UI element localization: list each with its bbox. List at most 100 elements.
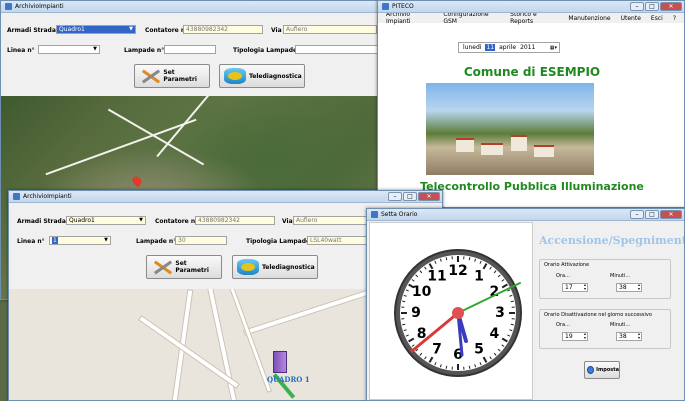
spinner-icon[interactable]: ▴ ▾ <box>638 284 640 291</box>
menu-utente[interactable]: Utente <box>621 15 641 22</box>
window-title: Setta Orario <box>381 211 418 218</box>
disattivazione-group: Orario Disattivazione nel giorno success… <box>539 309 671 349</box>
window-controls: – □ ✕ <box>388 192 440 201</box>
app-icon <box>5 3 12 10</box>
menu-manutenzione[interactable]: Manutenzione <box>568 15 610 22</box>
tipologia-field[interactable]: LSL40watt <box>307 236 369 245</box>
maximize-icon[interactable]: □ <box>403 192 417 201</box>
minuti-label: Minuti... <box>610 322 631 328</box>
calendar-icon[interactable]: ▦▾ <box>550 45 557 51</box>
title-bar: ArchivioImpianti – □ ✕ <box>9 191 442 203</box>
armadi-combo[interactable]: Quadro1 ▼ <box>56 25 136 34</box>
clock-number: 10 <box>412 284 432 300</box>
maximize-icon[interactable]: □ <box>645 210 659 219</box>
armadi-combo[interactable]: Quadro1 ▼ <box>66 216 146 225</box>
close-icon[interactable]: ✕ <box>418 192 440 201</box>
clock-tick <box>510 323 514 326</box>
app-icon <box>371 211 378 218</box>
clock-number: 12 <box>448 263 467 279</box>
clock-tick <box>468 365 471 369</box>
tipologia-label: Tipologia Lampade <box>246 238 311 245</box>
armadi-label: Armadi Stradali <box>17 218 70 225</box>
set-parametri-button[interactable]: Set Parametri <box>146 255 222 279</box>
via-field[interactable]: Aufiero <box>293 216 371 225</box>
setta-orario-window: Setta Orario – □ ✕ 12 1 2 3 4 5 6 7 8 9 10 11 Accen… <box>366 208 685 401</box>
date-day: lunedì <box>463 44 482 51</box>
building-icon[interactable] <box>273 351 287 373</box>
window-title: ArchivioImpianti <box>23 193 72 200</box>
date-picker[interactable]: lunedì 11 aprile 2011 ▦▾ <box>458 42 560 53</box>
dis-ora-value: 19 <box>565 333 573 340</box>
clock-number: 11 <box>427 269 446 285</box>
menu-storico-reports[interactable]: Storico e Reports <box>510 11 558 25</box>
minimize-icon[interactable]: – <box>630 2 644 11</box>
telediagnostica-button[interactable]: Telediagnostica <box>232 255 318 279</box>
clock-tick <box>445 257 448 261</box>
lampade-field[interactable]: 30 <box>175 236 227 245</box>
window-controls: – □ ✕ <box>630 210 682 219</box>
contatore-label: Contatore n° <box>155 218 199 225</box>
menu-bar: Archivio Impianti Configurazione GSM Sto… <box>378 11 684 25</box>
tipologia-field[interactable] <box>295 45 377 54</box>
telediagnostica-label: Telediagnostica <box>262 263 315 271</box>
set-parametri-label: Set Parametri <box>163 69 197 83</box>
minimize-icon[interactable]: – <box>630 210 644 219</box>
spinner-icon[interactable]: ▴ ▾ <box>584 284 586 291</box>
minuti-label: Minuti... <box>610 273 631 279</box>
date-year: 2011 <box>520 44 536 51</box>
date-num: 11 <box>485 44 496 51</box>
close-icon[interactable]: ✕ <box>660 2 682 11</box>
clock-tick <box>510 300 514 303</box>
clock-tick <box>445 365 448 369</box>
armadi-label: Armadi Stradali <box>7 27 60 34</box>
att-min-value: 38 <box>619 284 627 291</box>
lampade-label: Lampade n° <box>124 47 165 54</box>
imposta-button[interactable]: Imposta <box>584 361 620 379</box>
set-parametri-button[interactable]: Set Parametri <box>134 64 210 88</box>
att-min-stepper[interactable]: 38 ▴ ▾ <box>616 283 642 292</box>
dis-min-stepper[interactable]: 38 ▴ ▾ <box>616 332 642 341</box>
close-icon[interactable]: ✕ <box>660 210 682 219</box>
menu-esci[interactable]: Esci <box>651 15 663 22</box>
analog-clock: 12 1234567891011 <box>394 249 522 377</box>
title-bar: ArchivioImpianti <box>1 1 377 13</box>
contatore-field[interactable]: 43880982342 <box>183 25 263 34</box>
via-label: Via <box>271 27 282 34</box>
map-marker-icon[interactable] <box>130 174 144 188</box>
menu-configurazione-gsm[interactable]: Configurazione GSM <box>443 11 500 25</box>
linea-combo[interactable]: 1 ▼ <box>49 236 111 245</box>
lampade-field[interactable] <box>164 45 216 54</box>
maximize-icon[interactable]: □ <box>645 2 659 11</box>
linea-label: Linea n° <box>7 47 35 54</box>
clock-number: 9 <box>411 305 421 321</box>
attivazione-label: Orario Attivazione <box>544 262 590 268</box>
window-controls: – □ ✕ <box>630 2 682 11</box>
telediagnostica-button[interactable]: Telediagnostica <box>219 64 305 88</box>
clock-number: 7 <box>432 341 442 357</box>
minimize-icon[interactable]: – <box>388 192 402 201</box>
armadi-value: Quadro1 <box>59 26 85 33</box>
dis-ora-stepper[interactable]: 19 ▴ ▾ <box>562 332 588 341</box>
lampade-label: Lampade n° <box>136 238 177 245</box>
set-parametri-label: Set Parametri <box>175 260 209 274</box>
database-icon <box>237 259 259 275</box>
linea-combo[interactable]: ▼ <box>38 45 100 54</box>
tools-icon <box>139 67 160 85</box>
menu-help[interactable]: ? <box>673 15 676 22</box>
tipologia-label: Tipologia Lampade <box>233 47 298 54</box>
clock-number: 1 <box>474 269 484 285</box>
via-field[interactable]: Aufiero <box>283 25 377 34</box>
spinner-icon[interactable]: ▴ ▾ <box>638 333 640 340</box>
clock-number: 5 <box>474 341 484 357</box>
quadro-map-label: QUADRO 1 <box>267 375 310 384</box>
telediagnostica-label: Telediagnostica <box>249 72 302 80</box>
att-ora-stepper[interactable]: 17 ▴ ▾ <box>562 283 588 292</box>
imposta-label: Imposta <box>596 367 619 373</box>
house-shape <box>511 135 527 151</box>
contatore-field[interactable]: 43880982342 <box>195 216 275 225</box>
house-shape <box>481 143 503 155</box>
spinner-icon[interactable]: ▴ ▾ <box>584 333 586 340</box>
menu-archivio-impianti[interactable]: Archivio Impianti <box>386 11 433 25</box>
disattivazione-label: Orario Disattivazione nel giorno success… <box>544 312 652 318</box>
app-icon <box>382 3 389 10</box>
